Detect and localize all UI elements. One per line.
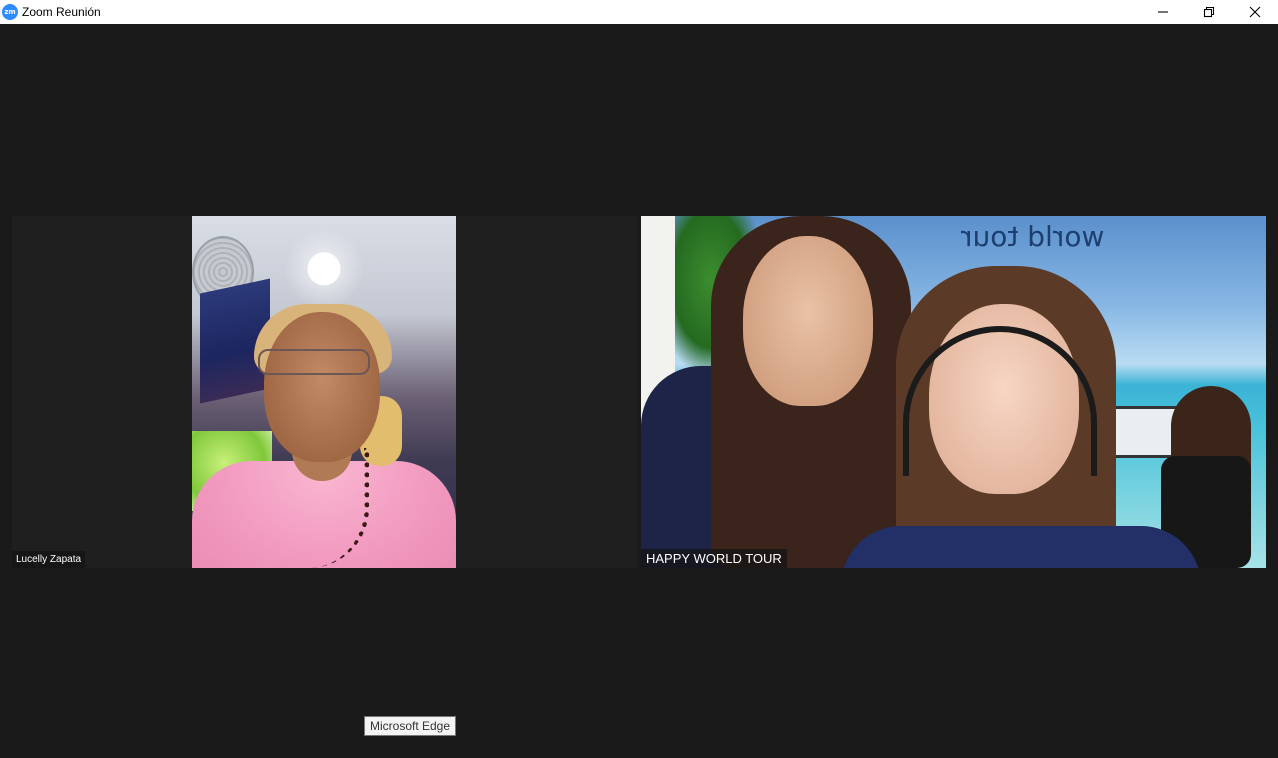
- window-title: Zoom Reunión: [22, 5, 101, 19]
- participant-name-label: HAPPY WORLD TOUR: [641, 549, 787, 568]
- participant-name-label: Lucelly Zapata: [12, 551, 86, 568]
- person-right-shirt: [841, 526, 1201, 568]
- minimize-button[interactable]: [1140, 0, 1186, 24]
- necklace: [254, 448, 369, 568]
- taskbar-tooltip: Microsoft Edge: [364, 716, 457, 736]
- person-left-face: [743, 236, 873, 406]
- participant-video: world tour: [641, 216, 1266, 568]
- restore-button[interactable]: [1186, 0, 1232, 24]
- background-brand-text: world tour: [961, 220, 1105, 253]
- restore-icon: [1203, 6, 1215, 18]
- close-icon: [1249, 6, 1261, 18]
- participant-tile-lucelly[interactable]: Lucelly Zapata: [12, 216, 637, 568]
- participant-tile-happy-world-tour[interactable]: world tour HAPPY WORLD TOUR: [641, 216, 1266, 568]
- person-face: [264, 312, 380, 462]
- title-bar: zm Zoom Reunión: [0, 0, 1278, 24]
- window-controls: [1140, 0, 1278, 24]
- minimize-icon: [1158, 11, 1168, 13]
- participant-video: [192, 216, 456, 568]
- background-monitor: [1111, 406, 1179, 458]
- glasses: [258, 349, 370, 375]
- close-button[interactable]: [1232, 0, 1278, 24]
- zoom-app-icon: zm: [2, 4, 18, 20]
- meeting-area: Lucelly Zapata world tour HAPPY WORLD TO…: [0, 24, 1278, 758]
